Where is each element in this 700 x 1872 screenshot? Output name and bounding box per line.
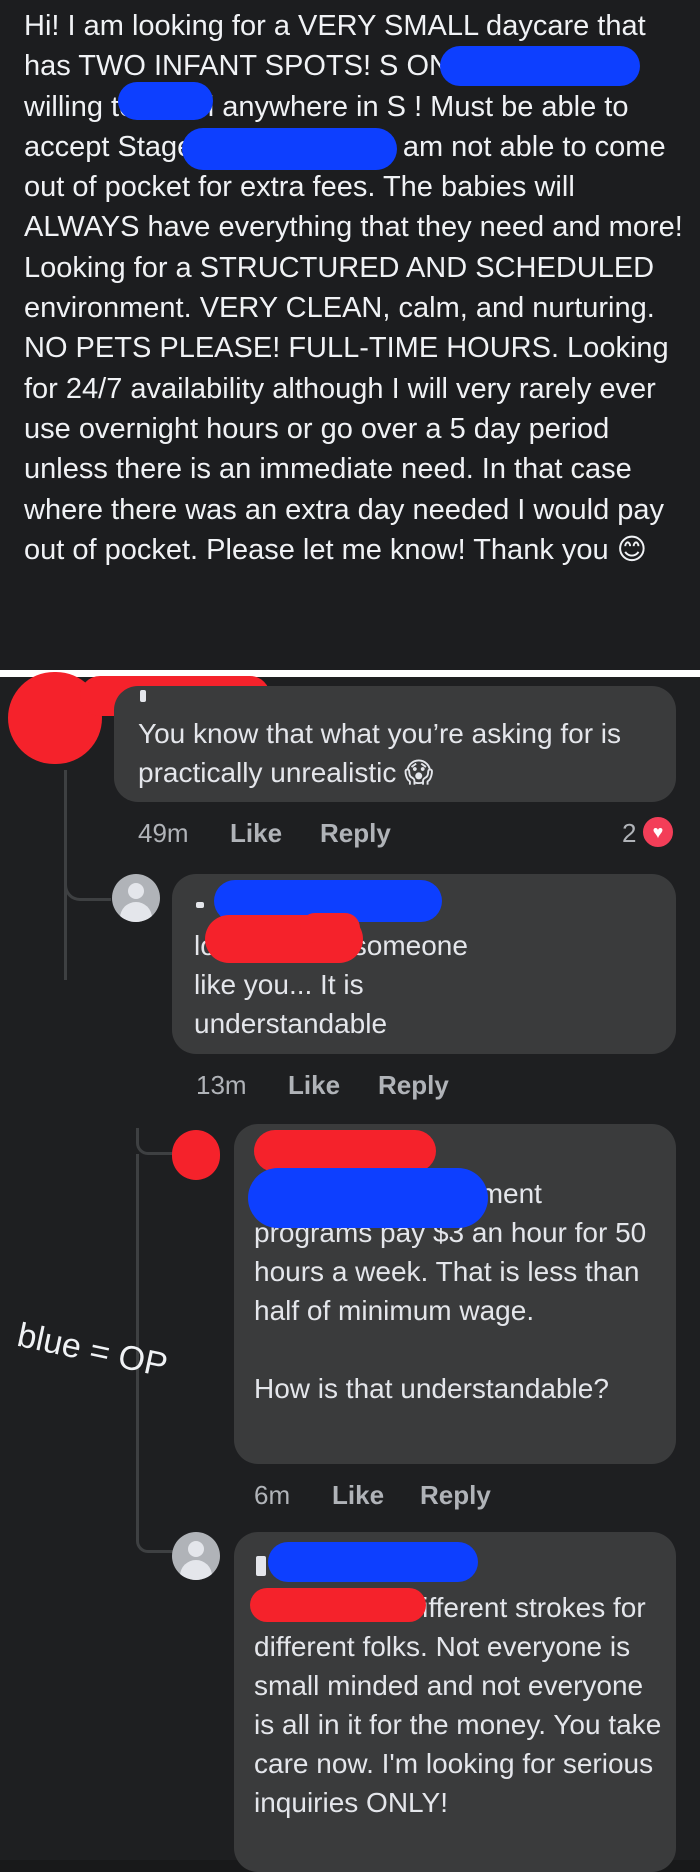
- like-button-1[interactable]: Like: [230, 818, 282, 849]
- reply-button-2[interactable]: Reply: [378, 1070, 449, 1101]
- reply-button-3[interactable]: Reply: [420, 1480, 491, 1511]
- redaction-red-avatar: [172, 1130, 220, 1180]
- redaction-blue-name: [268, 1542, 478, 1582]
- name-fragment: [256, 1556, 266, 1576]
- reaction-count-1[interactable]: 2: [622, 818, 636, 849]
- thread-connector: [136, 1528, 173, 1553]
- redaction-blue: [440, 46, 640, 86]
- thread-connector: [64, 862, 111, 901]
- avatar[interactable]: [172, 1532, 220, 1580]
- comment-bubble-4: I have seen different strokes for differ…: [234, 1532, 676, 1872]
- avatar-head: [128, 883, 144, 899]
- redaction-blue-tag: [248, 1168, 488, 1228]
- comment-time-3: 6m: [254, 1480, 291, 1510]
- redaction-red-tag: [250, 1588, 426, 1622]
- avatar-body: [120, 902, 152, 922]
- like-button-3[interactable]: Like: [332, 1480, 384, 1511]
- comment-time-1: 49m: [138, 818, 189, 848]
- name-fragment: [196, 902, 204, 908]
- redaction-red-name: [254, 1130, 436, 1172]
- post: Hi! I am looking for a VERY SMALL daycar…: [0, 0, 700, 670]
- reply-button-1[interactable]: Reply: [320, 818, 391, 849]
- comment-text-1: You know that what you’re asking for is …: [138, 718, 622, 788]
- avatar-head: [188, 1541, 204, 1557]
- like-button-2[interactable]: Like: [288, 1070, 340, 1101]
- comment-text-4: I have seen different strokes for differ…: [254, 1592, 662, 1818]
- redaction-blue: [182, 128, 397, 170]
- redaction-blue: [118, 82, 213, 120]
- avatar-body: [180, 1560, 212, 1580]
- avatar[interactable]: [112, 874, 160, 922]
- name-fragment: [140, 690, 146, 702]
- comment-bubble-1: You know that what you’re asking for is …: [114, 686, 676, 802]
- redaction-red-tag: [300, 913, 360, 943]
- heart-icon: ♥: [640, 814, 676, 850]
- comment-time-2: 13m: [196, 1070, 247, 1100]
